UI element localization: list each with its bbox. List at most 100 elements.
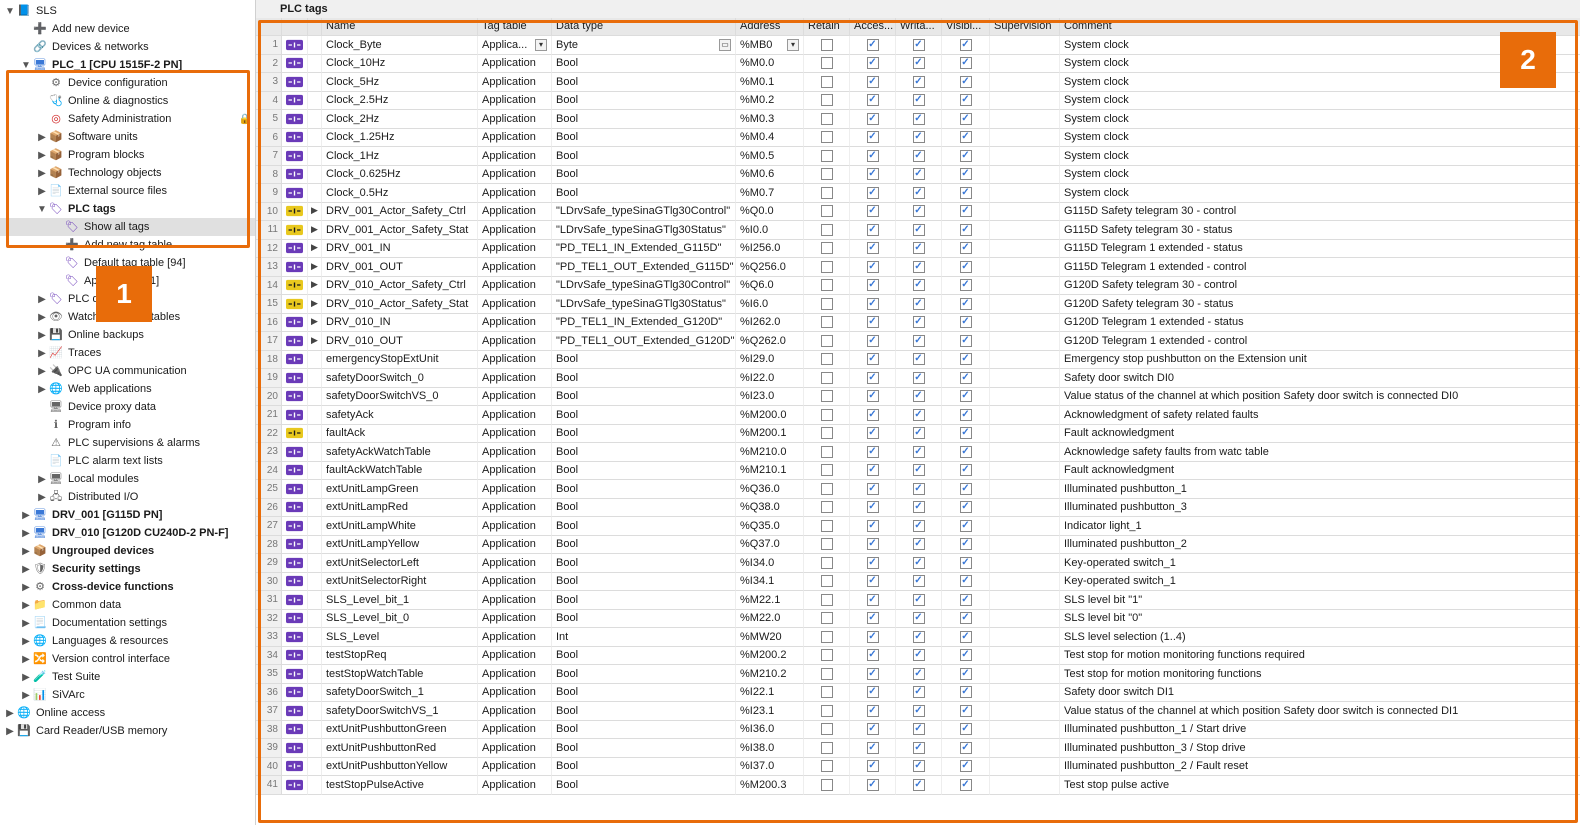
cell-supervision[interactable] bbox=[990, 443, 1060, 462]
checkbox[interactable] bbox=[913, 94, 925, 106]
cell-comment[interactable]: G115D Telegram 1 extended - status bbox=[1060, 240, 1580, 259]
checkbox[interactable] bbox=[960, 409, 972, 421]
cell-address[interactable]: %M200.2 bbox=[736, 647, 804, 666]
cell-writable[interactable] bbox=[896, 517, 942, 536]
cell-comment[interactable]: Illuminated pushbutton_1 bbox=[1060, 480, 1580, 499]
tree-expand-icon[interactable]: ▶ bbox=[36, 311, 48, 324]
cell-name[interactable]: emergencyStopExtUnit bbox=[322, 351, 478, 370]
cell-visible[interactable] bbox=[942, 258, 990, 277]
cell-datatype[interactable]: Bool bbox=[552, 702, 736, 721]
cell-accessible[interactable] bbox=[850, 258, 896, 277]
cell-tagtable[interactable]: Application bbox=[478, 351, 552, 370]
cell-comment[interactable]: Acknowledge safety faults from watc tabl… bbox=[1060, 443, 1580, 462]
checkbox[interactable] bbox=[913, 705, 925, 717]
checkbox[interactable] bbox=[913, 150, 925, 162]
cell-writable[interactable] bbox=[896, 166, 942, 185]
cell-writable[interactable] bbox=[896, 36, 942, 55]
checkbox[interactable] bbox=[867, 501, 879, 513]
cell-accessible[interactable] bbox=[850, 536, 896, 555]
cell-name[interactable]: safetyDoorSwitch_1 bbox=[322, 684, 478, 703]
cell-supervision[interactable] bbox=[990, 702, 1060, 721]
column-header[interactable]: Visibl... bbox=[942, 18, 990, 36]
cell-accessible[interactable] bbox=[850, 628, 896, 647]
tree-item[interactable]: ▼🖥PLC_1 [CPU 1515F-2 PN] bbox=[0, 56, 255, 74]
cell-writable[interactable] bbox=[896, 221, 942, 240]
cell-retain[interactable] bbox=[804, 73, 850, 92]
cell-accessible[interactable] bbox=[850, 55, 896, 74]
cell-tagtable[interactable]: Application bbox=[478, 443, 552, 462]
checkbox[interactable] bbox=[867, 224, 879, 236]
cell-address[interactable]: %I23.0 bbox=[736, 388, 804, 407]
cell-datatype[interactable]: Bool bbox=[552, 147, 736, 166]
row-number[interactable]: 9 bbox=[256, 184, 282, 203]
checkbox[interactable] bbox=[821, 224, 833, 236]
cell-datatype[interactable]: "LDrvSafe_typeSinaGTlg30Control" bbox=[552, 203, 736, 222]
cell-retain[interactable] bbox=[804, 203, 850, 222]
cell-tagtable[interactable]: Application bbox=[478, 184, 552, 203]
cell-tagtable[interactable]: Application bbox=[478, 73, 552, 92]
cell-supervision[interactable] bbox=[990, 92, 1060, 111]
cell-datatype[interactable]: Bool bbox=[552, 499, 736, 518]
cell-address[interactable]: %M22.0 bbox=[736, 610, 804, 629]
checkbox[interactable] bbox=[821, 501, 833, 513]
cell-datatype[interactable]: Bool bbox=[552, 425, 736, 444]
cell-tagtable[interactable]: Application bbox=[478, 739, 552, 758]
tree-item[interactable]: ▶📦Ungrouped devices bbox=[0, 542, 255, 560]
cell-datatype[interactable]: "PD_TEL1_IN_Extended_G115D" bbox=[552, 240, 736, 259]
cell-visible[interactable] bbox=[942, 110, 990, 129]
tree-item[interactable]: ▶🛡Security settings bbox=[0, 560, 255, 578]
cell-comment[interactable]: Test stop pulse active bbox=[1060, 776, 1580, 795]
tab-plc-tags[interactable]: PLC tags bbox=[274, 0, 334, 18]
checkbox[interactable] bbox=[913, 279, 925, 291]
cell-writable[interactable] bbox=[896, 258, 942, 277]
cell-accessible[interactable] bbox=[850, 591, 896, 610]
column-header[interactable]: Data type bbox=[552, 18, 736, 36]
checkbox[interactable] bbox=[867, 427, 879, 439]
cell-name[interactable]: safetyDoorSwitchVS_0 bbox=[322, 388, 478, 407]
cell-supervision[interactable] bbox=[990, 295, 1060, 314]
cell-accessible[interactable] bbox=[850, 462, 896, 481]
checkbox[interactable] bbox=[821, 483, 833, 495]
cell-supervision[interactable] bbox=[990, 36, 1060, 55]
column-header[interactable]: Supervision bbox=[990, 18, 1060, 36]
cell-retain[interactable] bbox=[804, 628, 850, 647]
cell-datatype[interactable]: Bool bbox=[552, 92, 736, 111]
cell-supervision[interactable] bbox=[990, 314, 1060, 333]
cell-retain[interactable] bbox=[804, 277, 850, 296]
cell-supervision[interactable] bbox=[990, 591, 1060, 610]
checkbox[interactable] bbox=[960, 316, 972, 328]
row-number[interactable]: 25 bbox=[256, 480, 282, 499]
cell-tagtable[interactable]: Applica...▾ bbox=[478, 36, 552, 55]
checkbox[interactable] bbox=[821, 298, 833, 310]
checkbox[interactable] bbox=[913, 779, 925, 791]
tree-expand-icon[interactable]: ▶ bbox=[36, 347, 48, 360]
cell-address[interactable]: %MW20 bbox=[736, 628, 804, 647]
cell-tagtable[interactable]: Application bbox=[478, 129, 552, 148]
tree-expand-icon[interactable]: ▼ bbox=[20, 59, 32, 72]
row-expand-icon[interactable]: ▶ bbox=[308, 332, 322, 351]
cell-datatype[interactable]: Bool bbox=[552, 369, 736, 388]
cell-comment[interactable]: System clock bbox=[1060, 129, 1580, 148]
checkbox[interactable] bbox=[960, 668, 972, 680]
checkbox[interactable] bbox=[821, 168, 833, 180]
row-expand-icon[interactable]: ▶ bbox=[308, 240, 322, 259]
cell-name[interactable]: DRV_001_Actor_Safety_Ctrl bbox=[322, 203, 478, 222]
cell-name[interactable]: Clock_10Hz bbox=[322, 55, 478, 74]
cell-address[interactable]: %MB0▾ bbox=[736, 36, 804, 55]
checkbox[interactable] bbox=[821, 686, 833, 698]
checkbox[interactable] bbox=[960, 298, 972, 310]
cell-comment[interactable]: G120D Telegram 1 extended - control bbox=[1060, 332, 1580, 351]
cell-address[interactable]: %I6.0 bbox=[736, 295, 804, 314]
cell-writable[interactable] bbox=[896, 73, 942, 92]
checkbox[interactable] bbox=[867, 575, 879, 587]
tree-item[interactable]: ▶📁Common data bbox=[0, 596, 255, 614]
checkbox[interactable] bbox=[821, 723, 833, 735]
row-number[interactable]: 11 bbox=[256, 221, 282, 240]
cell-supervision[interactable] bbox=[990, 240, 1060, 259]
cell-datatype[interactable]: Bool bbox=[552, 388, 736, 407]
cell-retain[interactable] bbox=[804, 314, 850, 333]
cell-datatype[interactable]: Bool bbox=[552, 462, 736, 481]
row-number[interactable]: 33 bbox=[256, 628, 282, 647]
cell-address[interactable]: %I0.0 bbox=[736, 221, 804, 240]
cell-datatype[interactable]: "LDrvSafe_typeSinaGTlg30Status" bbox=[552, 295, 736, 314]
